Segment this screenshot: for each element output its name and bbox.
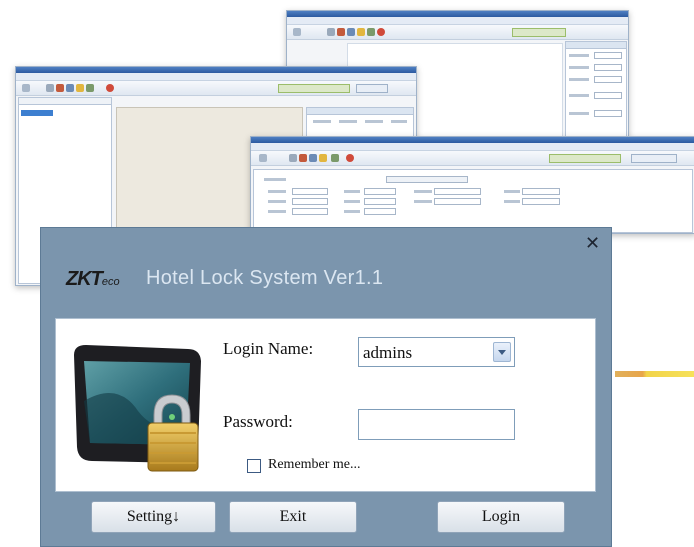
login-name-select[interactable]: admins (358, 337, 515, 367)
login-dialog: ✕ ZKTeco Hotel Lock System Ver1.1 Login … (40, 227, 612, 547)
setting-button[interactable]: Setting↓ (91, 501, 216, 533)
password-field[interactable] (358, 409, 515, 440)
login-name-label: Login Name: (223, 339, 314, 358)
window-menubar (16, 73, 416, 85)
password-label: Password: (223, 412, 293, 431)
decorative-strip (615, 371, 694, 377)
window-menubar (287, 17, 628, 29)
login-button[interactable]: Login (437, 501, 565, 533)
window-side-panel (565, 41, 627, 137)
window-toolbar (287, 25, 628, 40)
window-toolbar (251, 151, 694, 166)
brand-logo: ZKTeco (66, 268, 120, 290)
close-icon[interactable]: ✕ (585, 235, 600, 253)
window-toolbar (16, 81, 416, 96)
chevron-down-icon[interactable] (493, 342, 511, 362)
remember-me-checkbox[interactable] (247, 459, 261, 473)
exit-button[interactable]: Exit (229, 501, 357, 533)
background-window-middle (250, 136, 694, 234)
monitor-with-padlock-icon (74, 345, 201, 472)
window-menubar (251, 143, 694, 155)
remember-me-label: Remember me... (268, 457, 361, 472)
dialog-title: Hotel Lock System Ver1.1 (146, 267, 384, 289)
login-name-value: admins (363, 343, 413, 362)
login-form-panel: Login Name: admins Password: Remember me… (55, 318, 596, 492)
window-form-panel (253, 169, 693, 233)
